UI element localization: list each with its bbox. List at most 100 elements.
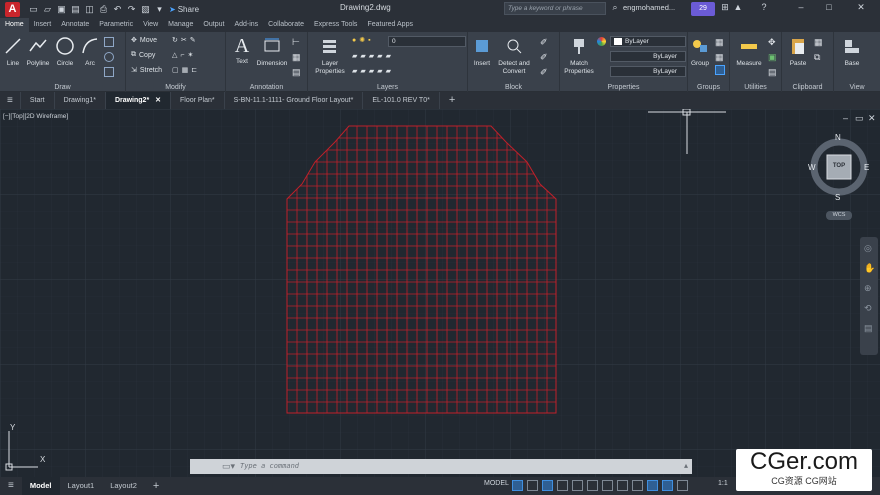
create-block-icon[interactable]: ✐ bbox=[540, 37, 548, 48]
workspace-icon[interactable]: ▾ bbox=[154, 4, 165, 15]
drawing-canvas[interactable]: [−][Top][2D Wireframe] Y X – ▭ ✕ TOP N S… bbox=[0, 109, 880, 477]
layer-unlock-icon[interactable]: ▪ bbox=[368, 37, 370, 44]
doc-tab-drawing2[interactable]: Drawing2* ✕ bbox=[105, 92, 171, 109]
viewcube-north[interactable]: N bbox=[835, 133, 841, 142]
isodraft-icon[interactable] bbox=[572, 480, 583, 491]
viewport-close-icon[interactable]: ✕ bbox=[868, 113, 876, 124]
binoculars-icon[interactable]: ⌕ bbox=[609, 2, 621, 13]
ellipse-icon[interactable] bbox=[104, 52, 114, 62]
command-line[interactable]: ▭▾ Type a command ▴ bbox=[190, 459, 692, 474]
web-icon[interactable]: ◫ bbox=[84, 4, 95, 15]
maximize-icon[interactable]: □ bbox=[823, 2, 835, 12]
layout1-tab[interactable]: Layout1 bbox=[60, 477, 103, 495]
base-button[interactable]: Base bbox=[840, 36, 864, 67]
undo-icon[interactable]: ↶ bbox=[112, 4, 123, 15]
model-space-toggle[interactable]: MODEL bbox=[484, 480, 509, 487]
block-panel-title[interactable]: Block bbox=[468, 84, 559, 91]
annotation-scale[interactable]: 1:1 bbox=[718, 480, 728, 487]
layer-delete-icon[interactable]: ▰ bbox=[386, 67, 391, 75]
explode-icon[interactable]: ✶ bbox=[187, 51, 193, 59]
layer-lock-icon[interactable]: ▰ bbox=[352, 67, 357, 75]
tab-output[interactable]: Output bbox=[198, 18, 229, 32]
object-snap-icon[interactable] bbox=[602, 480, 613, 491]
copy-button[interactable]: ⧉ Copy bbox=[131, 51, 155, 59]
line-button[interactable]: Line bbox=[3, 36, 23, 67]
viewcube-east[interactable]: E bbox=[864, 163, 869, 172]
tab-annotate[interactable]: Annotate bbox=[56, 18, 94, 32]
edit-block-icon[interactable]: ✐ bbox=[540, 52, 548, 63]
viewport-restore-icon[interactable]: ▭ bbox=[855, 113, 864, 124]
autodesk-icon[interactable]: ▲ bbox=[732, 2, 744, 12]
group-edit-icon[interactable]: ▦ bbox=[715, 52, 724, 63]
circle-button[interactable]: Circle bbox=[54, 36, 76, 67]
orbit-icon[interactable]: ⟲ bbox=[864, 303, 872, 314]
arc-button[interactable]: Arc bbox=[80, 36, 100, 67]
layout2-tab[interactable]: Layout2 bbox=[102, 477, 145, 495]
layer-walk-icon[interactable]: ▰ bbox=[369, 67, 374, 75]
annotation-panel-title[interactable]: Annotation bbox=[226, 84, 307, 91]
notifications-badge[interactable]: 29 bbox=[691, 2, 715, 16]
doc-tab-ground-floor-layout[interactable]: S-BN-11.1-1111- Ground Floor Layout* bbox=[225, 92, 364, 109]
copy-clip-icon[interactable]: ⧉ bbox=[814, 52, 820, 63]
share-button[interactable]: ➤ Share bbox=[169, 5, 199, 14]
fillet-icon[interactable]: ⌐ bbox=[180, 52, 184, 59]
leader-icon[interactable]: ⊢ bbox=[292, 37, 300, 48]
table-icon[interactable]: ▦ bbox=[292, 52, 301, 63]
group-button[interactable]: Group bbox=[688, 36, 712, 67]
linetype-dropdown[interactable]: ByLayer bbox=[610, 51, 686, 62]
layer-properties-button[interactable]: Layer Properties bbox=[312, 36, 348, 76]
lineweight-icon[interactable] bbox=[617, 480, 628, 491]
scale-icon[interactable]: ▢ bbox=[172, 66, 179, 74]
layer-freeze-icon[interactable]: ▰ bbox=[377, 52, 382, 60]
snap-icon[interactable] bbox=[527, 480, 538, 491]
pan-icon[interactable]: ✋ bbox=[864, 263, 875, 274]
measure-button[interactable]: Measure bbox=[732, 36, 766, 67]
viewport-label[interactable]: [−][Top][2D Wireframe] bbox=[3, 113, 68, 120]
layer-thaw-icon[interactable]: ✺ bbox=[359, 36, 365, 44]
viewcube-south[interactable]: S bbox=[835, 193, 840, 202]
dimension-button[interactable]: Dimension bbox=[255, 36, 289, 67]
app-logo[interactable]: A bbox=[5, 1, 20, 17]
utilities-panel-title[interactable]: Utilities bbox=[730, 84, 781, 91]
redo-icon[interactable]: ↷ bbox=[126, 4, 137, 15]
doc-tab-el-101[interactable]: EL-101.0 REV T0* bbox=[363, 92, 440, 109]
rotate-icon[interactable]: ↻ bbox=[172, 36, 178, 44]
detect-convert-button[interactable]: Detect and Convert bbox=[496, 36, 532, 76]
properties-panel-title[interactable]: Properties bbox=[560, 84, 687, 91]
tab-insert[interactable]: Insert bbox=[29, 18, 57, 32]
layer-dropdown[interactable]: 0 bbox=[388, 36, 466, 47]
polyline-button[interactable]: Polyline bbox=[24, 36, 52, 67]
insert-button[interactable]: Insert bbox=[470, 36, 494, 67]
tab-close-icon[interactable]: ✕ bbox=[155, 97, 161, 104]
text-button[interactable]: A Text bbox=[231, 36, 253, 65]
user-name[interactable]: engmohamed... bbox=[623, 3, 675, 12]
new-tab-icon[interactable]: + bbox=[440, 92, 464, 109]
hatch-icon[interactable] bbox=[104, 67, 114, 77]
view-panel-title[interactable]: View bbox=[834, 84, 880, 91]
tab-featured-apps[interactable]: Featured Apps bbox=[362, 18, 418, 32]
ungroup-icon[interactable]: ▦ bbox=[715, 37, 724, 48]
doc-tab-floor-plan[interactable]: Floor Plan* bbox=[171, 92, 225, 109]
search-input[interactable]: Type a keyword or phrase bbox=[504, 2, 606, 15]
menu-icon[interactable]: ≡ bbox=[0, 92, 21, 109]
print-icon[interactable]: ⎙ bbox=[98, 4, 109, 15]
close-icon[interactable]: ✕ bbox=[855, 2, 867, 13]
model-tab[interactable]: Model bbox=[21, 477, 60, 495]
offset-icon[interactable]: ⊏ bbox=[191, 66, 197, 74]
auto-scale-icon[interactable] bbox=[677, 480, 688, 491]
select-all-icon[interactable]: ▣ bbox=[768, 52, 777, 63]
new-icon[interactable]: ▭ bbox=[28, 4, 39, 15]
edit-attributes-icon[interactable]: ✐ bbox=[540, 67, 548, 78]
rectangle-icon[interactable] bbox=[104, 37, 114, 47]
draw-panel-title[interactable]: Draw bbox=[0, 84, 125, 91]
layer-merge-icon[interactable]: ▰ bbox=[377, 67, 382, 75]
selection-cycling-icon[interactable] bbox=[647, 480, 658, 491]
layout-menu-icon[interactable]: ≡ bbox=[0, 477, 22, 495]
tab-home[interactable]: Home bbox=[0, 18, 29, 32]
tab-parametric[interactable]: Parametric bbox=[94, 18, 138, 32]
object-snap-tracking-icon[interactable] bbox=[587, 480, 598, 491]
layer-on-icon[interactable]: ● bbox=[352, 37, 356, 44]
tab-express-tools[interactable]: Express Tools bbox=[309, 18, 362, 32]
showmotion-icon[interactable]: ▤ bbox=[864, 323, 873, 334]
plot-icon[interactable]: ▧ bbox=[140, 4, 151, 15]
